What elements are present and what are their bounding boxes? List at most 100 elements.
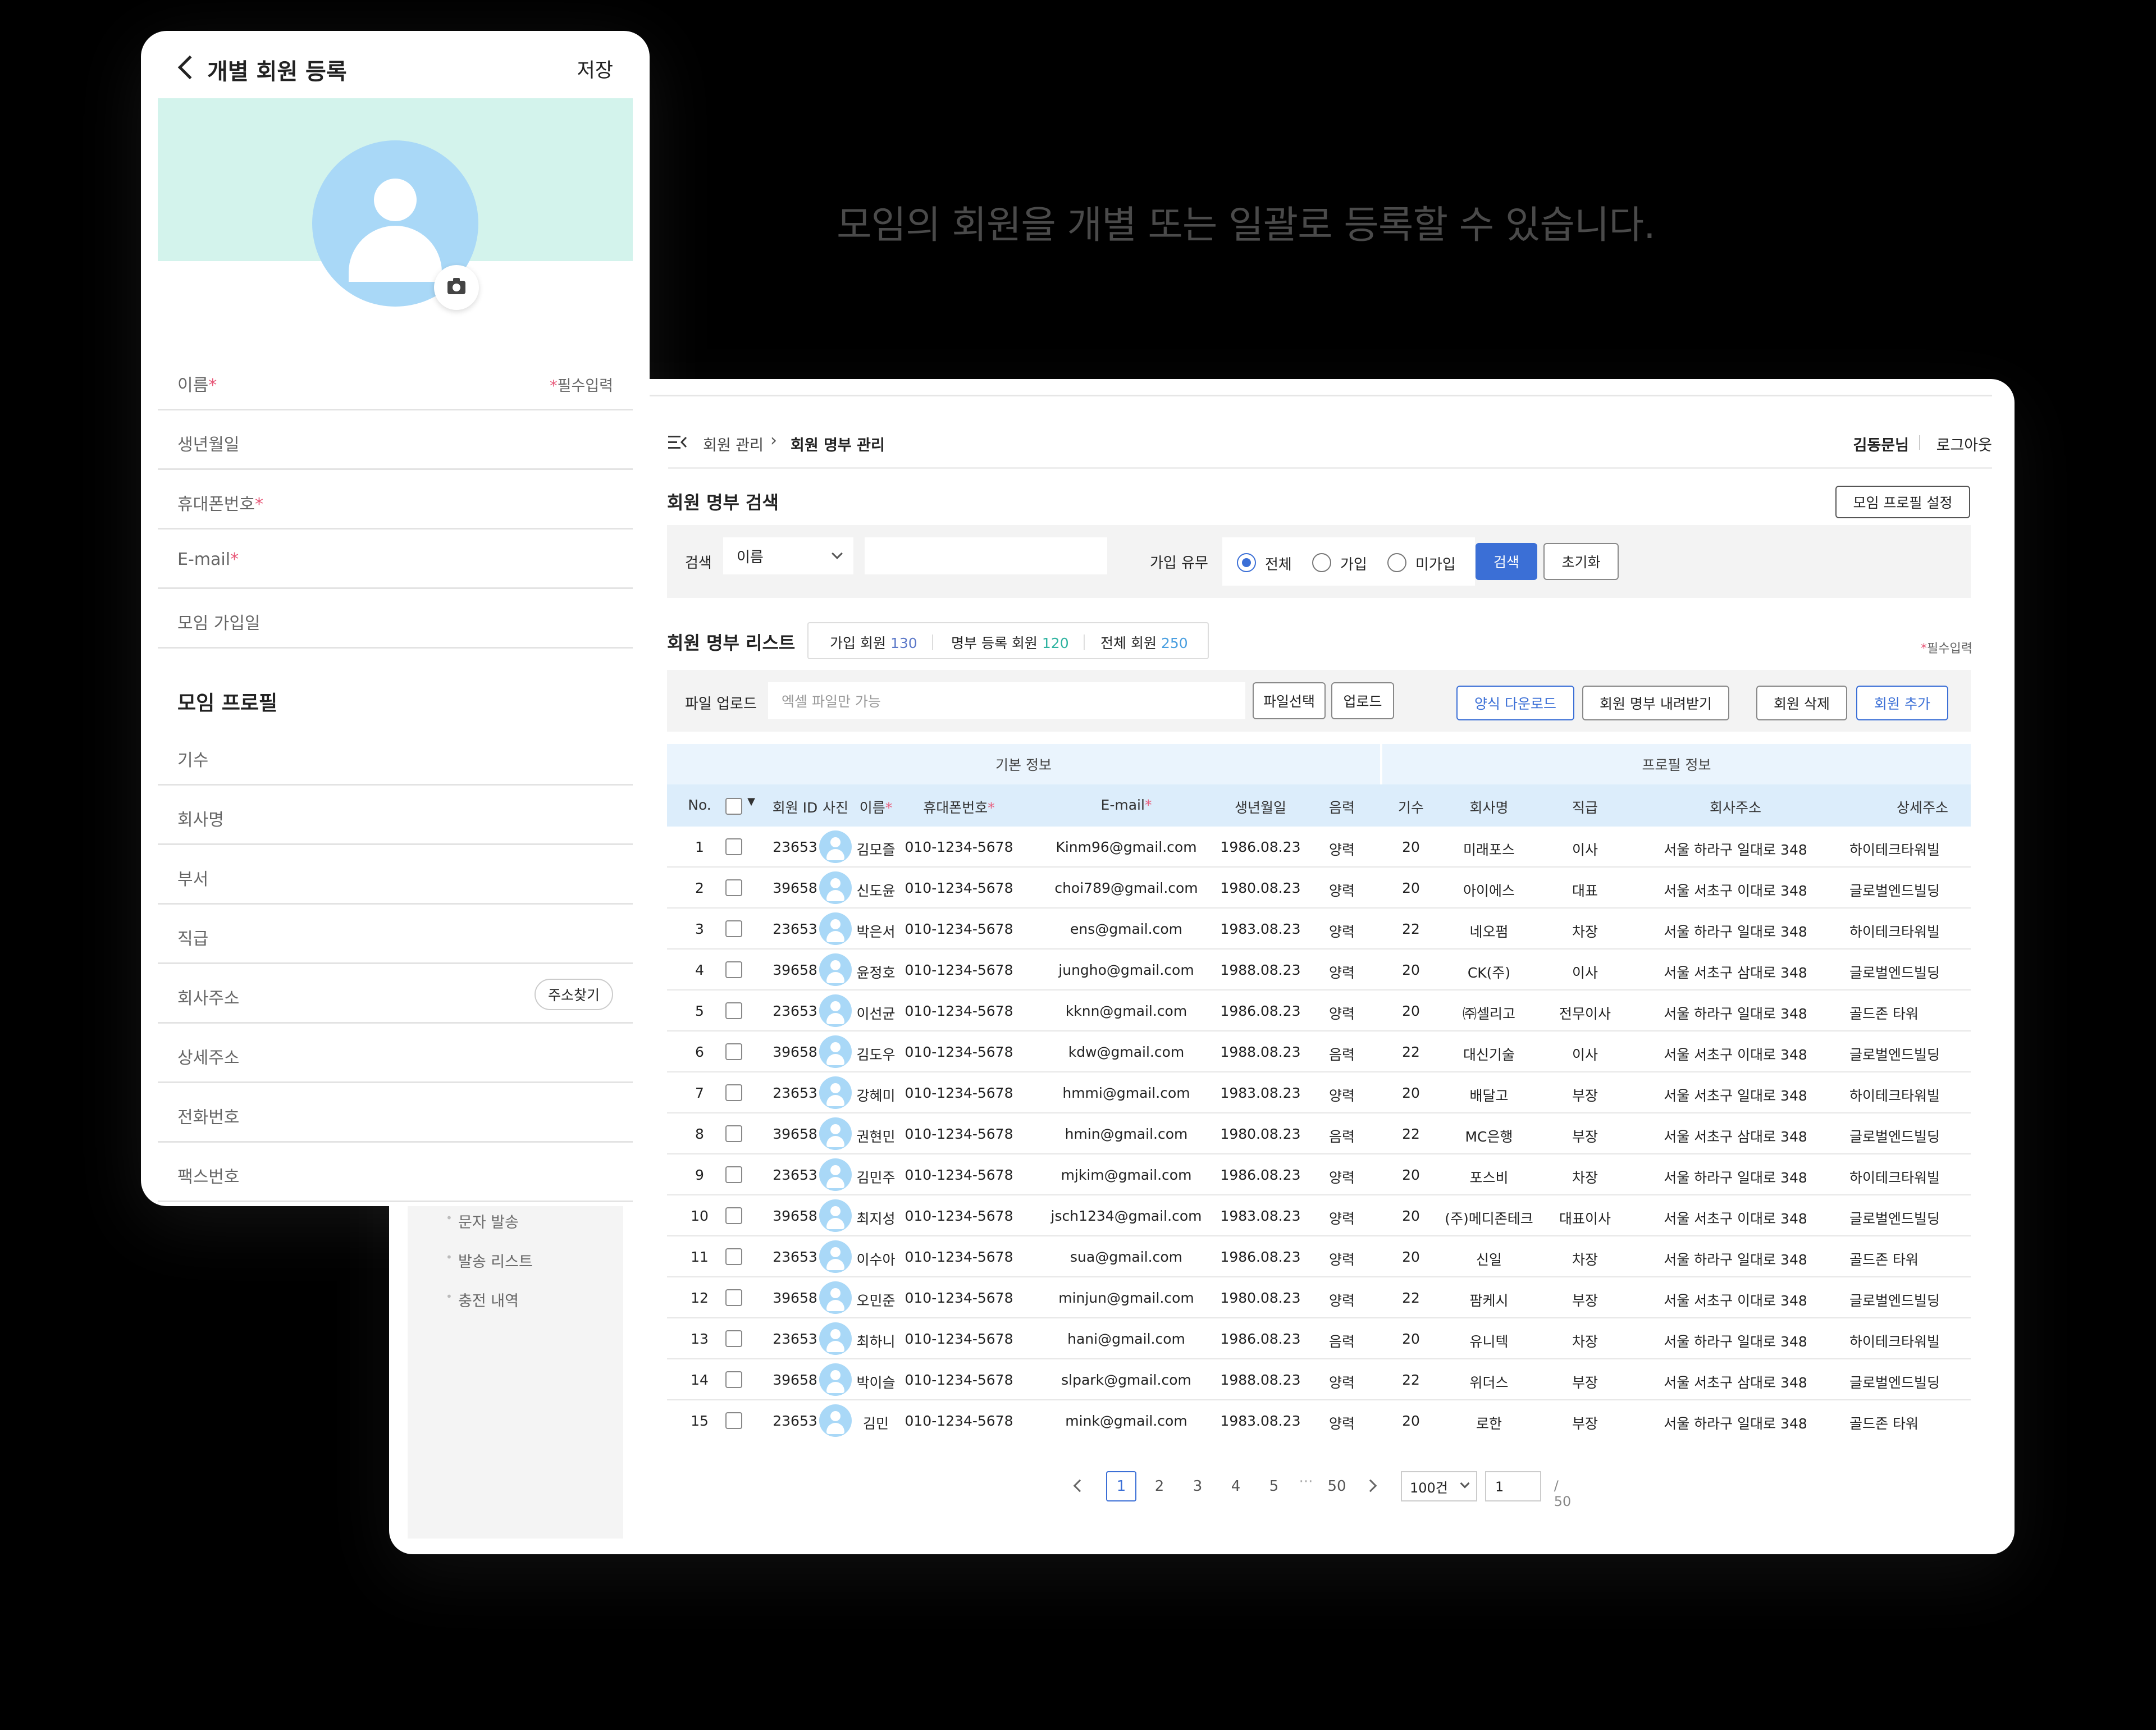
cell-rank: 부장: [1572, 1088, 1598, 1104]
table-row[interactable]: 15 23653 김민 010-1234-5678 mink@gmail.com 1983…: [667, 1400, 1971, 1440]
table-row[interactable]: 2 39658 신도윤 010-1234-5678 choi789@gmail.com 1…: [667, 868, 1971, 909]
template-download-button[interactable]: 양식 다운로드: [1456, 686, 1574, 720]
back-icon[interactable]: [177, 55, 202, 80]
page-current[interactable]: 1: [1106, 1471, 1136, 1501]
field-generation[interactable]: 기수: [158, 726, 633, 786]
row-checkbox[interactable]: [725, 1207, 742, 1224]
profile-setting-button[interactable]: 모임 프로필 설정: [1835, 486, 1970, 518]
export-roster-button[interactable]: 회원 명부 내려받기: [1582, 686, 1729, 720]
table-row[interactable]: 13 23653 최하니 010-1234-5678 hani@gmail.com 198…: [667, 1318, 1971, 1359]
reset-button[interactable]: 초기화: [1543, 543, 1619, 580]
cell-birth: 1980.08.23: [1220, 880, 1301, 896]
field-join-date[interactable]: 모임 가입일: [158, 589, 633, 649]
field-birth[interactable]: 생년월일: [158, 410, 633, 470]
cell-detail-address: 글로벌엔드빌딩: [1849, 1293, 1940, 1309]
page-link[interactable]: 2: [1155, 1478, 1164, 1495]
search-field-value: 이름: [737, 549, 764, 566]
menu-collapse-icon[interactable]: [668, 434, 687, 451]
row-checkbox[interactable]: [725, 1248, 742, 1265]
radio-joined-label[interactable]: 가입: [1340, 553, 1367, 574]
cell-rank: 차장: [1572, 1252, 1598, 1268]
breadcrumb-item-member[interactable]: 회원 관리: [703, 433, 764, 455]
field-fax[interactable]: 팩스번호: [158, 1143, 633, 1202]
row-checkbox[interactable]: [725, 920, 742, 937]
row-checkbox[interactable]: [725, 1371, 742, 1388]
table-row[interactable]: 12 39658 오민준 010-1234-5678 minjun@gmail.com 1…: [667, 1277, 1971, 1318]
table-row[interactable]: 10 39658 최지성 010-1234-5678 jsch1234@gmail.co…: [667, 1195, 1971, 1236]
row-checkbox[interactable]: [725, 838, 742, 855]
field-email[interactable]: E-mail*: [158, 530, 633, 589]
field-detail-address[interactable]: 상세주소: [158, 1024, 633, 1083]
table-row[interactable]: 7 23653 강혜미 010-1234-5678 hmmi@gmail.com 1983…: [667, 1072, 1971, 1113]
table-row[interactable]: 9 23653 김민주 010-1234-5678 mjkim@gmail.com 198…: [667, 1154, 1971, 1195]
table-row[interactable]: 4 39658 윤정호 010-1234-5678 jungho@gmail.com 19…: [667, 950, 1971, 990]
table-row[interactable]: 5 23653 이선균 010-1234-5678 kknn@gmail.com 1986…: [667, 990, 1971, 1031]
cell-name: 박이슬: [856, 1375, 896, 1391]
avatar: [819, 830, 852, 863]
chevron-down-icon: [1460, 1478, 1470, 1489]
row-checkbox[interactable]: [725, 879, 742, 896]
nav-item-send-list[interactable]: 발송 리스트: [446, 1249, 533, 1271]
logout-link[interactable]: 로그아웃: [1936, 433, 1992, 455]
table-row[interactable]: 11 23653 이수아 010-1234-5678 sua@gmail.com 1986…: [667, 1236, 1971, 1277]
cell-detail-address: 골드존 타워: [1849, 1252, 1919, 1268]
radio-joined[interactable]: [1312, 553, 1331, 572]
page-size-select[interactable]: 100건: [1401, 1471, 1477, 1501]
address-search-button[interactable]: 주소찾기: [534, 979, 613, 1010]
page-link-last[interactable]: 50: [1327, 1478, 1346, 1495]
prev-page-icon[interactable]: [1073, 1479, 1086, 1492]
row-checkbox[interactable]: [725, 1166, 742, 1183]
radio-not-joined[interactable]: [1387, 553, 1406, 572]
field-phone[interactable]: 휴대폰번호*: [158, 470, 633, 530]
row-checkbox[interactable]: [725, 1043, 742, 1060]
row-checkbox[interactable]: [725, 1412, 742, 1429]
page-number-input[interactable]: 1: [1485, 1471, 1541, 1501]
table-row[interactable]: 1 23653 김모즐 010-1234-5678 Kinm96@gmail.com 19…: [667, 827, 1971, 868]
search-input[interactable]: [865, 537, 1107, 574]
field-department[interactable]: 부서: [158, 845, 633, 905]
table-row[interactable]: 14 39658 박이슬 010-1234-5678 slpark@gmail.com 1…: [667, 1359, 1971, 1400]
field-company-address[interactable]: 회사주소 주소찾기: [158, 964, 633, 1024]
divider: [932, 635, 933, 650]
field-detail-address-label: 상세주소: [177, 1048, 240, 1068]
radio-all-label[interactable]: 전체: [1265, 553, 1292, 574]
field-company[interactable]: 회사명: [158, 786, 633, 845]
cell-detail-address: 글로벌엔드빌딩: [1849, 1211, 1940, 1227]
field-generation-label: 기수: [177, 751, 209, 770]
field-rank-label: 직급: [177, 929, 209, 949]
row-checkbox[interactable]: [725, 961, 742, 978]
next-page-icon[interactable]: [1364, 1479, 1377, 1492]
field-tel[interactable]: 전화번호: [158, 1083, 633, 1143]
field-name[interactable]: 이름* *필수입력: [158, 351, 633, 410]
cell-company: ㈜셀리고: [1462, 1006, 1516, 1022]
search-field-select[interactable]: 이름: [723, 537, 853, 574]
cell-generation: 22: [1402, 921, 1420, 937]
upload-button[interactable]: 업로드: [1331, 682, 1394, 719]
row-checkbox[interactable]: [725, 1330, 742, 1347]
page-link[interactable]: 5: [1269, 1478, 1279, 1495]
row-checkbox[interactable]: [725, 1289, 742, 1306]
page-link[interactable]: 4: [1231, 1478, 1241, 1495]
radio-all[interactable]: [1237, 553, 1256, 572]
table-row[interactable]: 8 39658 권현민 010-1234-5678 hmin@gmail.com 1980…: [667, 1113, 1971, 1154]
row-checkbox[interactable]: [725, 1125, 742, 1142]
save-button[interactable]: 저장: [577, 54, 613, 83]
upload-file-input[interactable]: 엑셀 파일만 가능: [768, 682, 1245, 719]
cell-company-address: 서울 하라구 일대로 348: [1664, 1252, 1807, 1268]
delete-member-button[interactable]: 회원 삭제: [1756, 686, 1847, 720]
row-checkbox[interactable]: [725, 1002, 742, 1019]
caret-down-icon[interactable]: ▼: [747, 796, 755, 807]
table-row[interactable]: 3 23653 박은서 010-1234-5678 ens@gmail.com 1983.…: [667, 909, 1971, 950]
field-rank[interactable]: 직급: [158, 905, 633, 964]
add-member-button[interactable]: 회원 추가: [1856, 686, 1948, 720]
nav-item-sms[interactable]: 문자 발송: [446, 1210, 519, 1232]
camera-icon[interactable]: [434, 265, 479, 310]
file-select-button[interactable]: 파일선택: [1253, 682, 1326, 719]
page-link[interactable]: 3: [1193, 1478, 1203, 1495]
search-button[interactable]: 검색: [1476, 543, 1537, 580]
radio-not-joined-label[interactable]: 미가입: [1415, 553, 1456, 574]
row-checkbox[interactable]: [725, 1084, 742, 1101]
table-row[interactable]: 6 39658 김도우 010-1234-5678 kdw@gmail.com 1988.…: [667, 1031, 1971, 1072]
select-all-checkbox[interactable]: [725, 798, 742, 815]
nav-item-charge-history[interactable]: 충전 내역: [446, 1289, 519, 1311]
